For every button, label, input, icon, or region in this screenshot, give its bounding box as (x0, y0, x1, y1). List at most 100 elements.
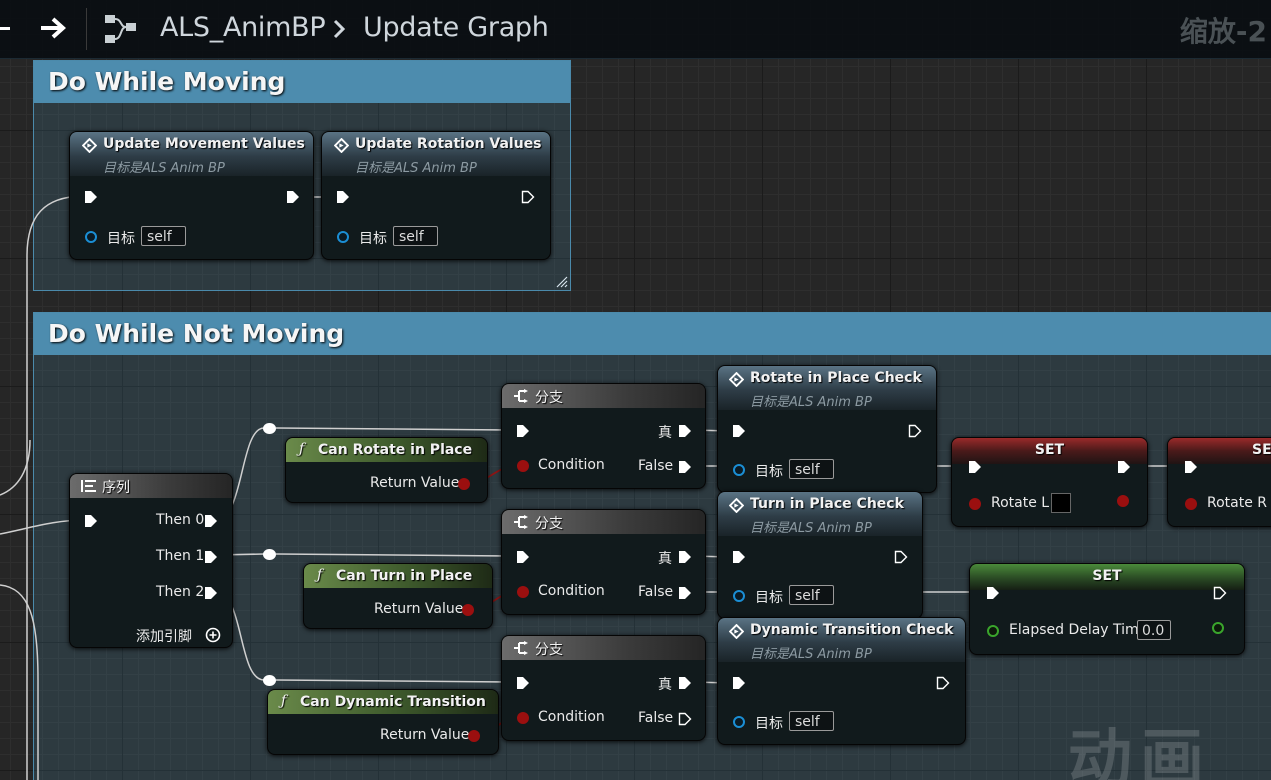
condition-bool-pin[interactable] (517, 460, 529, 472)
then-1-exec-pin[interactable] (204, 550, 218, 564)
reroute-node-0[interactable] (263, 423, 276, 434)
exec-in-pin[interactable] (968, 460, 982, 474)
true-label: 真 (658, 677, 672, 693)
rotate-r-bool-in-pin[interactable] (1185, 498, 1197, 510)
branch-icon (514, 641, 528, 655)
exec-in-pin[interactable] (516, 424, 530, 438)
comment-header[interactable]: Do While Not Moving (34, 313, 1271, 355)
exec-out-pin[interactable] (286, 190, 300, 204)
target-label: 目标 (359, 231, 387, 247)
node-can-rotate-in-place[interactable]: ƒ Can Rotate in Place Return Value (285, 437, 488, 503)
reroute-node-1[interactable] (263, 549, 276, 560)
function-f-icon: ƒ (299, 441, 305, 457)
node-header (502, 636, 705, 660)
exec-out-pin[interactable] (1117, 460, 1131, 474)
node-sequence[interactable]: 序列 Then 0 Then 1 Then 2 添加引脚 (69, 473, 233, 648)
node-title: Update Movement Values (103, 136, 305, 152)
node-update-rotation-values[interactable]: Update Rotation Values 目标是ALS Anim BP 目标… (321, 131, 551, 260)
node-title: 序列 (102, 480, 130, 496)
target-self-field[interactable]: self (789, 711, 834, 731)
return-bool-pin[interactable] (468, 730, 480, 742)
comment-header[interactable]: Do While Moving (34, 61, 570, 103)
exec-in-pin[interactable] (336, 190, 350, 204)
node-branch-2[interactable]: 分支 真 Condition False (501, 509, 706, 615)
target-object-pin[interactable] (733, 464, 745, 476)
target-self-field[interactable]: self (789, 459, 834, 479)
function-call-icon (82, 138, 97, 153)
breadcrumb-graph-name[interactable]: ALS_AnimBP (160, 12, 326, 43)
then-2-exec-pin[interactable] (204, 586, 218, 600)
node-branch-1[interactable]: 分支 真 Condition False (501, 383, 706, 489)
return-bool-pin[interactable] (462, 604, 474, 616)
target-self-field[interactable]: self (789, 585, 834, 605)
elapsed-float-out-pin[interactable] (1212, 622, 1224, 634)
condition-bool-pin[interactable] (517, 586, 529, 598)
branch-icon (514, 389, 528, 403)
toolbar-divider (86, 8, 87, 50)
false-exec-pin[interactable] (678, 712, 692, 726)
node-set-rotate-l[interactable]: SET Rotate L (951, 437, 1148, 527)
true-exec-pin[interactable] (678, 550, 692, 564)
target-object-pin[interactable] (733, 716, 745, 728)
node-set-rotate-r[interactable]: SET Rotate R (1167, 437, 1271, 527)
node-subtitle: 目标是ALS Anim BP (355, 161, 477, 176)
target-self-field[interactable]: self (393, 226, 438, 246)
exec-in-pin[interactable] (516, 550, 530, 564)
node-can-dynamic-transition[interactable]: ƒ Can Dynamic Transition Return Value (267, 689, 499, 755)
node-title: Update Rotation Values (355, 136, 542, 152)
true-exec-pin[interactable] (678, 676, 692, 690)
true-label: 真 (658, 551, 672, 567)
elapsed-delay-time-field[interactable]: 0.0 (1137, 620, 1171, 640)
node-branch-3[interactable]: 分支 真 Condition False (501, 635, 706, 741)
rotate-l-checkbox[interactable] (1051, 493, 1071, 513)
exec-in-pin[interactable] (84, 190, 98, 204)
function-f-icon: ƒ (281, 693, 287, 709)
exec-in-pin[interactable] (1184, 460, 1198, 474)
add-pin-label[interactable]: 添加引脚 (136, 626, 192, 646)
return-bool-pin[interactable] (458, 478, 470, 490)
node-set-elapsed-delay-time[interactable]: SET Elapsed Delay Time 0.0 (969, 563, 1245, 655)
node-rotate-in-place-check[interactable]: Rotate in Place Check 目标是ALS Anim BP 目标 … (717, 365, 937, 493)
exec-in-pin[interactable] (732, 550, 746, 564)
true-exec-pin[interactable] (678, 424, 692, 438)
exec-in-pin[interactable] (84, 514, 98, 528)
target-object-pin[interactable] (733, 590, 745, 602)
rotate-l-bool-out-pin[interactable] (1117, 495, 1129, 507)
target-label: 目标 (755, 590, 783, 606)
elapsed-float-in-pin[interactable] (987, 625, 999, 637)
false-exec-pin[interactable] (678, 460, 692, 474)
exec-in-pin[interactable] (732, 424, 746, 438)
node-update-movement-values[interactable]: Update Movement Values 目标是ALS Anim BP 目标… (69, 131, 314, 260)
reroute-node-2[interactable] (263, 675, 276, 686)
node-dynamic-transition-check[interactable]: Dynamic Transition Check 目标是ALS Anim BP … (717, 617, 966, 745)
node-can-turn-in-place[interactable]: ƒ Can Turn in Place Return Value (303, 563, 493, 629)
then-0-exec-pin[interactable] (204, 514, 218, 528)
rotate-l-bool-in-pin[interactable] (969, 498, 981, 510)
node-subtitle: 目标是ALS Anim BP (103, 161, 225, 176)
then-2-label: Then 2 (156, 584, 205, 600)
exec-out-pin[interactable] (521, 190, 535, 204)
add-pin-icon[interactable] (205, 627, 221, 643)
back-arrow-icon[interactable] (0, 27, 10, 30)
target-self-field[interactable]: self (141, 226, 186, 246)
breadcrumb-subgraph-name[interactable]: Update Graph (363, 12, 549, 43)
node-turn-in-place-check[interactable]: Turn in Place Check 目标是ALS Anim BP 目标 se… (717, 491, 923, 619)
exec-out-pin[interactable] (908, 424, 922, 438)
false-exec-pin[interactable] (678, 586, 692, 600)
function-call-icon (729, 498, 744, 513)
resize-grip-icon[interactable] (556, 276, 568, 288)
exec-out-pin[interactable] (936, 676, 950, 690)
exec-in-pin[interactable] (732, 676, 746, 690)
exec-in-pin[interactable] (986, 586, 1000, 600)
condition-label: Condition (538, 709, 605, 725)
exec-out-pin[interactable] (894, 550, 908, 564)
exec-in-pin[interactable] (516, 676, 530, 690)
exec-out-pin[interactable] (1213, 586, 1227, 600)
elapsed-delay-time-label: Elapsed Delay Time (1009, 622, 1148, 638)
target-object-pin[interactable] (85, 231, 97, 243)
condition-bool-pin[interactable] (517, 712, 529, 724)
target-object-pin[interactable] (337, 231, 349, 243)
node-subtitle: 目标是ALS Anim BP (750, 647, 872, 662)
graph-canvas[interactable]: Do While Moving Do While Not Moving 动画 U… (0, 0, 1271, 780)
forward-arrow-icon[interactable] (38, 12, 70, 44)
